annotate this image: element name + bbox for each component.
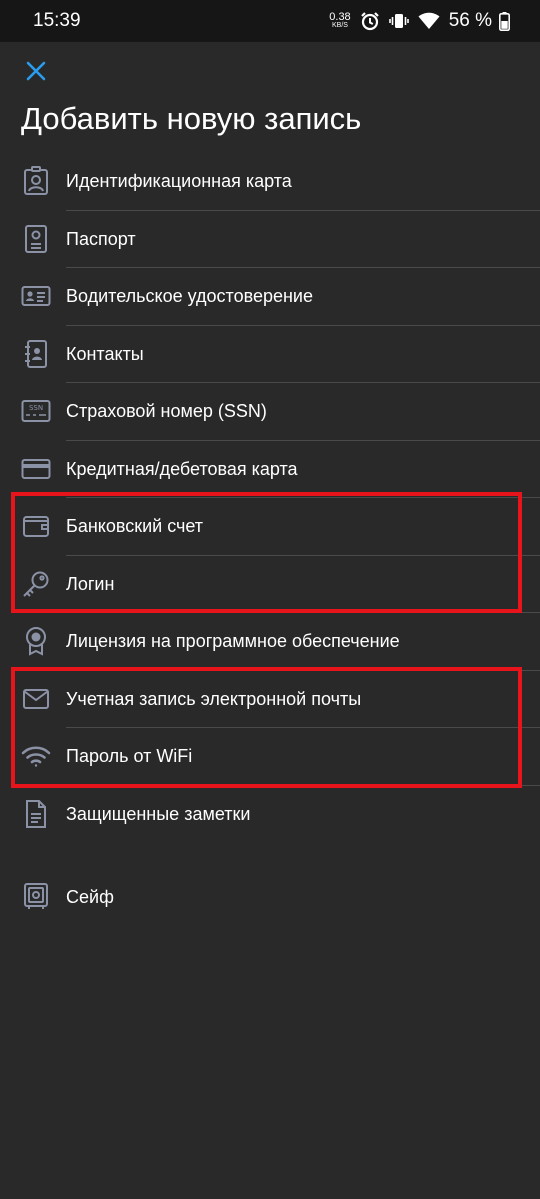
menu-item-label: Сейф bbox=[66, 887, 114, 907]
menu-item-email-account[interactable]: Учетная запись электронной почты bbox=[0, 671, 540, 728]
menu-item-safe[interactable]: Сейф bbox=[0, 868, 540, 926]
page-title: Добавить новую запись bbox=[21, 101, 362, 136]
ssn-card-icon: SSN bbox=[21, 396, 51, 426]
wallet-icon bbox=[21, 511, 51, 541]
menu-item-label: Банковский счет bbox=[66, 516, 204, 536]
network-speed-value: 0.38 bbox=[329, 10, 351, 23]
battery-icon bbox=[499, 11, 510, 31]
menu-item-label: Кредитная/дебетовая карта bbox=[66, 458, 298, 479]
menu-item-contacts[interactable]: Контакты bbox=[0, 326, 540, 383]
contacts-icon bbox=[21, 339, 51, 369]
id-card-icon bbox=[21, 166, 51, 196]
wifi-icon bbox=[21, 741, 51, 771]
status-time: 15:39 bbox=[33, 10, 81, 31]
credit-card-icon bbox=[21, 454, 51, 484]
menu-item-credit-card[interactable]: Кредитная/дебетовая карта bbox=[0, 441, 540, 498]
menu-item-label: Пароль от WiFi bbox=[66, 746, 193, 766]
close-icon bbox=[25, 60, 47, 82]
menu-item-id-card[interactable]: Идентификационная карта bbox=[0, 153, 540, 211]
menu-item-secure-notes[interactable]: Защищенные заметки bbox=[0, 786, 540, 844]
menu-item-label: Идентификационная карта bbox=[66, 171, 292, 191]
menu-item-label: Страховой номер (SSN) bbox=[66, 401, 267, 421]
network-speed-unit: KB/S bbox=[332, 21, 348, 29]
menu-item-label: Паспорт bbox=[66, 228, 136, 249]
menu-item-label: Логин bbox=[66, 573, 115, 594]
record-type-list: Идентификационная карта Паспорт Водитель… bbox=[0, 153, 540, 843]
driver-license-icon bbox=[21, 281, 51, 311]
menu-item-label: Водительское удостоверение bbox=[66, 286, 313, 306]
menu-item-wifi-password[interactable]: Пароль от WiFi bbox=[0, 728, 540, 786]
battery-percent: 56 % bbox=[448, 10, 492, 31]
menu-item-software-license[interactable]: Лицензия на программное обеспечение bbox=[0, 613, 540, 671]
note-icon bbox=[21, 799, 51, 829]
network-speed: 0.38 KB/S bbox=[329, 10, 351, 30]
license-badge-icon bbox=[21, 626, 51, 656]
vibrate-icon bbox=[388, 11, 409, 31]
status-icons: 0.38 KB/S 56 % bbox=[329, 8, 510, 34]
menu-item-label: Учетная запись электронной почты bbox=[66, 688, 362, 709]
passport-icon bbox=[21, 224, 51, 254]
menu-item-label: Лицензия на программное обеспечение bbox=[66, 631, 400, 651]
status-bar: 15:39 0.38 KB/S 56 % bbox=[0, 0, 540, 42]
close-button[interactable] bbox=[22, 57, 50, 85]
menu-item-login[interactable]: Логин bbox=[0, 556, 540, 613]
menu-item-ssn[interactable]: SSN Страховой номер (SSN) bbox=[0, 383, 540, 441]
menu-item-bank-account[interactable]: Банковский счет bbox=[0, 498, 540, 556]
safe-icon bbox=[21, 881, 51, 911]
screen: 15:39 0.38 KB/S 56 % Добавить новую запи… bbox=[0, 0, 540, 1199]
mail-icon bbox=[21, 684, 51, 714]
key-icon bbox=[21, 569, 51, 599]
menu-item-driver-license[interactable]: Водительское удостоверение bbox=[0, 268, 540, 326]
svg-text:SSN: SSN bbox=[29, 404, 43, 412]
wifi-signal-icon bbox=[418, 12, 440, 30]
menu-item-label: Защищенные заметки bbox=[66, 803, 251, 824]
alarm-icon bbox=[360, 11, 380, 31]
menu-item-passport[interactable]: Паспорт bbox=[0, 211, 540, 268]
menu-item-label: Контакты bbox=[66, 343, 144, 364]
